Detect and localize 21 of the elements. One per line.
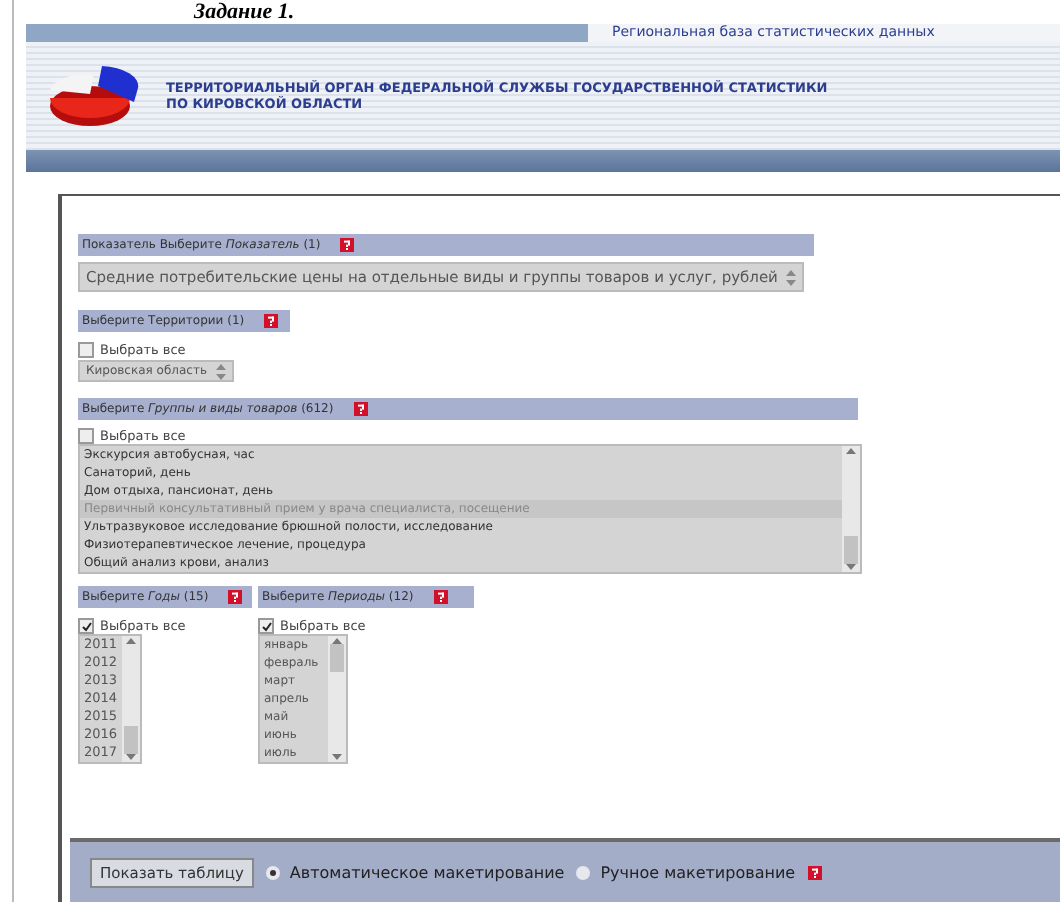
scrollbar[interactable]: [328, 636, 346, 762]
help-icon[interactable]: [433, 590, 448, 604]
scroll-down-icon[interactable]: [332, 754, 342, 762]
layout-radio[interactable]: Ручное макетирование: [576, 863, 796, 881]
scrollbar[interactable]: [122, 636, 140, 762]
scroll-up-icon[interactable]: [846, 446, 856, 454]
page-title: Задание 1.: [192, 0, 297, 24]
scroll-up-icon[interactable]: [126, 636, 136, 644]
help-icon[interactable]: [340, 238, 355, 252]
help-icon[interactable]: [228, 590, 243, 604]
spinner-icon[interactable]: [215, 363, 226, 379]
help-icon[interactable]: [807, 865, 822, 879]
checkmark-icon: [261, 621, 271, 631]
help-icon[interactable]: [353, 402, 368, 416]
layout-radio[interactable]: Автоматическое макетирование: [265, 863, 565, 881]
spinner-icon[interactable]: [785, 269, 796, 285]
help-icon[interactable]: [264, 314, 279, 328]
pie-chart-logo-icon: [46, 62, 142, 130]
list-box[interactable]: [78, 444, 862, 574]
scrollbar[interactable]: [842, 446, 860, 572]
checkmark-icon: [81, 621, 91, 631]
